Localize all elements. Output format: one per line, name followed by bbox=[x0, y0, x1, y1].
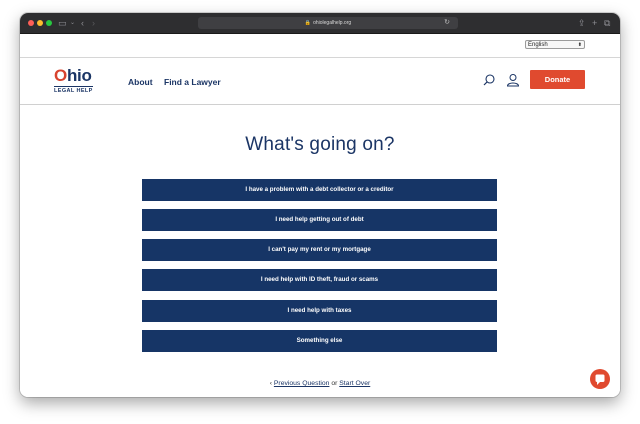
start-over-link[interactable]: Start Over bbox=[339, 380, 370, 387]
lock-icon: 🔒 bbox=[304, 20, 312, 26]
share-icon[interactable]: ⇪ bbox=[578, 17, 586, 29]
option-out-of-debt-button[interactable]: I need help getting out of debt bbox=[142, 209, 497, 231]
nav-about[interactable]: About bbox=[128, 77, 153, 87]
reload-icon[interactable]: ↻ bbox=[444, 17, 450, 29]
option-rent-mortgage-button[interactable]: I can't pay my rent or my mortgage bbox=[142, 239, 497, 261]
question-navigation: ‹ Previous Question or Start Over bbox=[20, 380, 620, 387]
option-taxes-button[interactable]: I need help with taxes bbox=[142, 300, 497, 322]
ohio-legal-help-logo[interactable]: Ohio LEGAL HELP bbox=[54, 67, 100, 95]
chat-button[interactable] bbox=[590, 369, 610, 389]
logo-subtitle: LEGAL HELP bbox=[54, 86, 93, 94]
language-bar: English ⬍ bbox=[20, 34, 620, 58]
donate-button[interactable]: Donate bbox=[530, 70, 585, 89]
address-bar[interactable]: 🔒 ohiolegalhelp.org ↻ bbox=[198, 17, 458, 29]
language-select-value: English bbox=[528, 42, 548, 48]
previous-question-link[interactable]: Previous Question bbox=[274, 380, 330, 387]
browser-toolbar: ▭ ⌄ ‹ › 🔒 ohiolegalhelp.org ↻ ⇪ + ⧉ bbox=[20, 13, 620, 34]
logo-wordmark: Ohio bbox=[54, 66, 92, 85]
sidebar-icon[interactable]: ▭ bbox=[58, 17, 67, 29]
browser-window: ▭ ⌄ ‹ › 🔒 ohiolegalhelp.org ↻ ⇪ + ⧉ Engli… bbox=[20, 13, 620, 397]
address-url: ohiolegalhelp.org bbox=[313, 20, 352, 26]
user-account-icon[interactable] bbox=[506, 73, 520, 87]
nav-find-a-lawyer[interactable]: Find a Lawyer bbox=[164, 77, 221, 87]
search-icon[interactable] bbox=[482, 73, 496, 87]
minimize-window-button[interactable] bbox=[37, 20, 43, 26]
page-title: What's going on? bbox=[245, 134, 395, 155]
close-window-button[interactable] bbox=[28, 20, 34, 26]
option-debt-collector-button[interactable]: I have a problem with a debt collector o… bbox=[142, 179, 497, 201]
zoom-window-button[interactable] bbox=[46, 20, 52, 26]
forward-icon[interactable]: › bbox=[92, 17, 95, 29]
option-id-theft-button[interactable]: I need help with ID theft, fraud or scam… bbox=[142, 269, 497, 291]
back-icon[interactable]: ‹ bbox=[81, 17, 84, 29]
select-arrows-icon: ⬍ bbox=[577, 42, 582, 48]
or-text: or bbox=[329, 380, 340, 387]
chevron-down-icon[interactable]: ⌄ bbox=[70, 17, 75, 29]
main-content: What's going on? I have a problem with a… bbox=[20, 105, 620, 397]
language-select[interactable]: English ⬍ bbox=[525, 40, 585, 49]
tab-overview-icon[interactable]: ⧉ bbox=[604, 17, 610, 29]
chat-icon bbox=[595, 374, 605, 385]
new-tab-icon[interactable]: + bbox=[592, 17, 597, 29]
site-header: Ohio LEGAL HELP About Find a Lawyer Dona… bbox=[20, 58, 620, 105]
option-something-else-button[interactable]: Something else bbox=[142, 330, 497, 352]
